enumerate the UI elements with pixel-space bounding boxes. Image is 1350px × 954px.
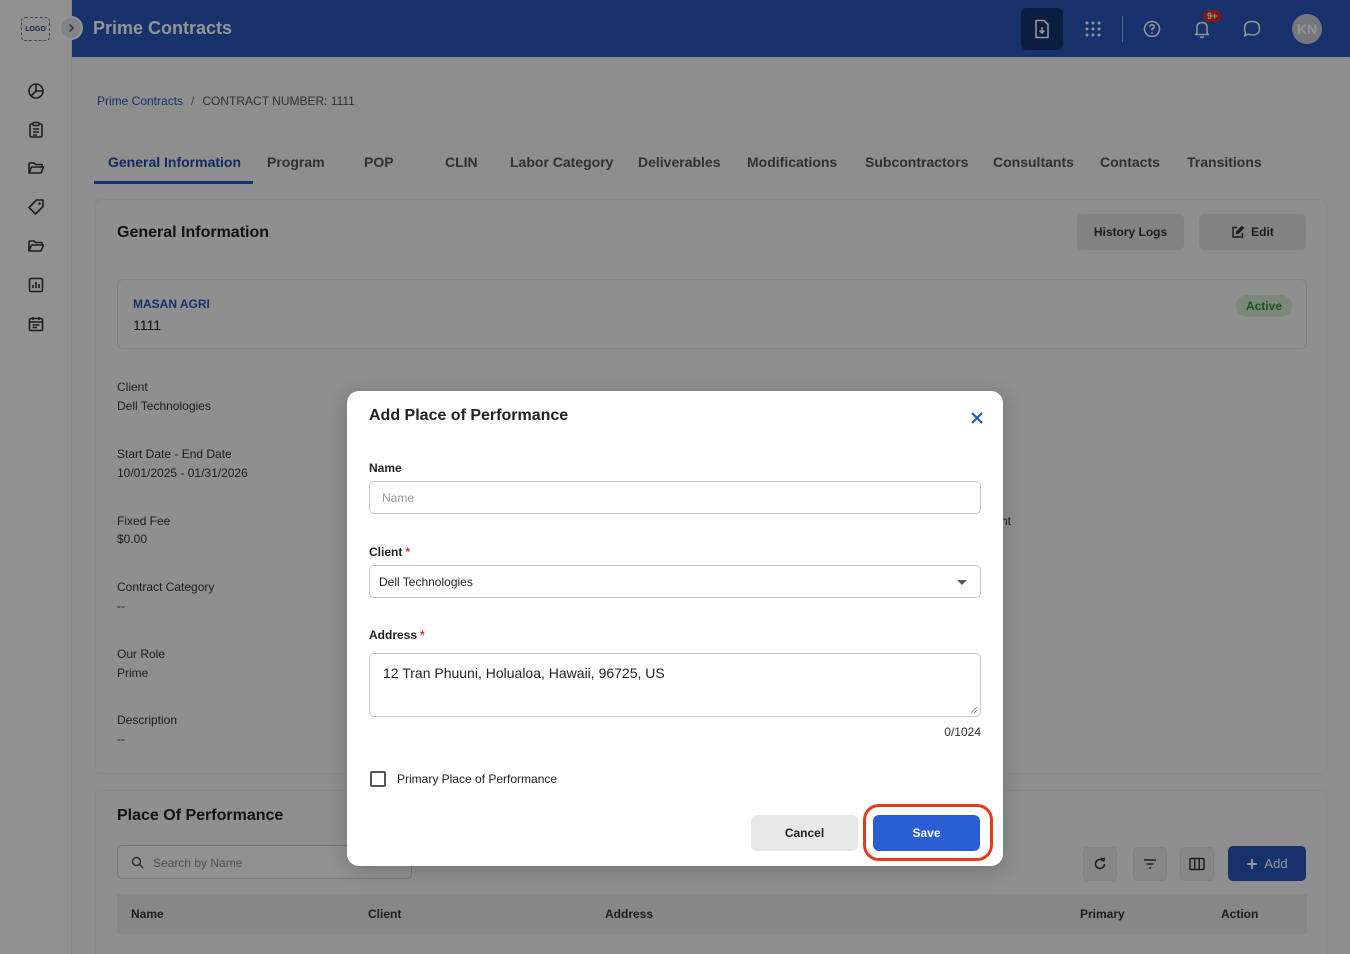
caret-down-icon (957, 580, 967, 585)
name-label: Name (369, 461, 402, 475)
address-label: Address * (369, 628, 425, 642)
client-label: Client * (369, 545, 410, 559)
address-textarea[interactable]: 12 Tran Phuuni, Holualoa, Hawaii, 96725,… (369, 653, 981, 717)
close-icon (971, 412, 983, 424)
name-input[interactable]: Name (369, 481, 981, 514)
client-select-value: Dell Technologies (379, 575, 473, 589)
primary-pop-label[interactable]: Primary Place of Performance (397, 772, 557, 786)
client-select[interactable]: Dell Technologies (369, 565, 981, 598)
resize-handle-icon[interactable] (970, 706, 978, 714)
add-pop-modal: Add Place of Performance Name Name Clien… (347, 391, 1003, 866)
name-placeholder: Name (382, 491, 415, 505)
required-marker: * (420, 628, 425, 642)
cancel-button[interactable]: Cancel (751, 815, 858, 851)
address-label-text: Address (369, 628, 418, 642)
address-char-counter: 0/1024 (944, 725, 981, 739)
modal-title: Add Place of Performance (369, 407, 569, 424)
required-marker: * (405, 545, 411, 559)
client-label-text: Client (369, 545, 403, 559)
modal-close-button[interactable] (967, 408, 987, 428)
save-button-highlight (863, 804, 993, 861)
address-value: 12 Tran Phuuni, Holualoa, Hawaii, 96725,… (383, 665, 665, 681)
primary-pop-checkbox[interactable] (370, 771, 386, 787)
